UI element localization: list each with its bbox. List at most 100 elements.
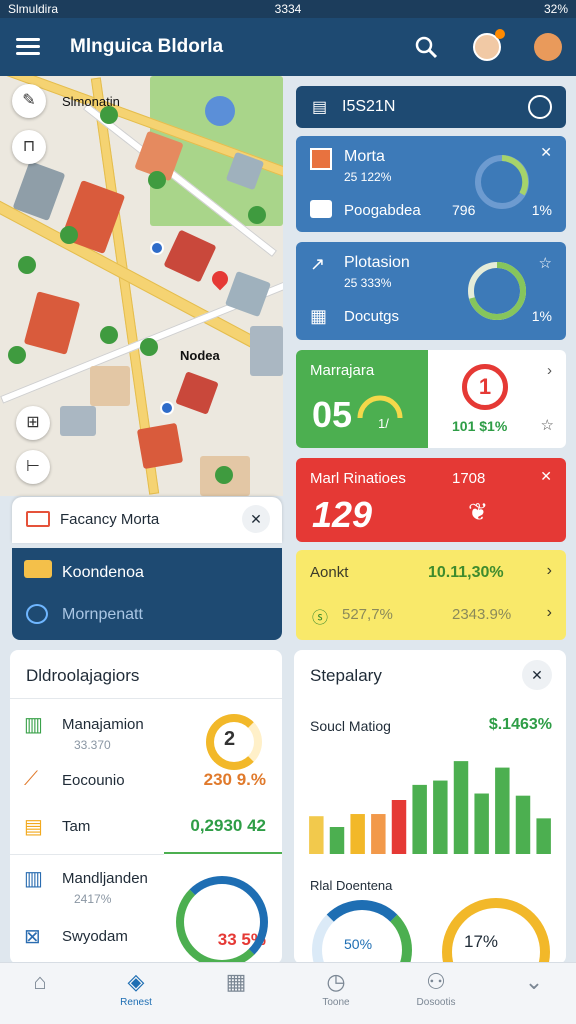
box-icon: ⊠: [24, 926, 41, 948]
nav-item-1[interactable]: Koondenoa: [62, 564, 144, 582]
tile-marrajara-title: Marrajara: [310, 362, 375, 379]
zoom-out-button[interactable]: ⊢: [16, 450, 50, 484]
alert-badge: 1: [462, 364, 508, 410]
section-title: Rlal Doentena: [310, 878, 393, 893]
clipboard-icon: ▤: [312, 99, 328, 116]
profile-avatar[interactable]: [534, 33, 562, 61]
chart-subvalue: $.1463%: [488, 716, 552, 733]
bar-2: [329, 827, 345, 854]
gauge-label: 2: [224, 728, 236, 750]
donut-1-value: 50%: [344, 936, 373, 952]
status-bar: Slmuldira 3334 32%: [0, 0, 576, 18]
donut-2-value: 17%: [464, 932, 499, 951]
tile-aonkt-value: 10.11,30%: [428, 564, 504, 581]
sheet-title: Facancy Morta: [60, 511, 160, 528]
tile-header-label: I5S21N: [342, 98, 396, 115]
bar-12: [536, 818, 551, 854]
tile-header[interactable]: ▤ I5S21N: [296, 86, 566, 128]
map-marker-icon[interactable]: [208, 267, 232, 291]
close-icon[interactable]: ✕: [522, 660, 552, 690]
left-panel-title: Dldroolajagiors: [26, 666, 140, 685]
nav-renest[interactable]: ◈ Renest: [106, 969, 166, 1008]
navigation-card: Koondenoa Mornpenatt: [12, 548, 282, 640]
donut-ring: [176, 876, 268, 964]
tile-aonkt[interactable]: Aonkt 10.11,30% ⓢ 527,7% 2343.9% › ›: [296, 550, 566, 640]
layers-button[interactable]: ⊓: [12, 130, 46, 164]
map-pin-icon[interactable]: [150, 241, 164, 255]
list-item[interactable]: ⟋ Eocounio 230 9.%: [10, 768, 282, 802]
bar-7: [433, 780, 448, 854]
tile-marrajara-right: 101 $1%: [452, 418, 508, 434]
tile-marrajara-value: 05: [312, 394, 353, 435]
chevron-down-icon: ⌄: [524, 969, 544, 994]
tile-plotasion-title: Plotasion: [344, 254, 410, 271]
tile-morta-sub: 25 122%: [344, 170, 392, 184]
location-pin-icon[interactable]: [160, 401, 174, 415]
chart-icon: [310, 148, 332, 170]
app-title: Mlnguica Bldorla: [70, 36, 224, 57]
handshake-icon: ❦: [468, 499, 489, 526]
tile-morta-value: 796: [452, 202, 476, 218]
right-panel: Stepalary ✕ Soucl Matiog $.1463% Rlal Do…: [294, 650, 566, 964]
nav-toone[interactable]: ◷ Toone: [306, 969, 366, 1008]
chevron-right-icon[interactable]: ›: [547, 604, 552, 622]
ticket-icon: [26, 511, 50, 527]
status-time: 3334: [274, 2, 302, 16]
person-icon: ⚇: [426, 969, 446, 994]
tile-morta[interactable]: Morta 25 122% Poogabdea 796 ✕ 1%: [296, 136, 566, 232]
bar-5: [391, 800, 407, 854]
zoom-in-button[interactable]: ⊞: [16, 406, 50, 440]
graph-icon: ⟋: [24, 768, 38, 790]
bar-11: [515, 795, 531, 854]
search-icon[interactable]: [414, 35, 438, 59]
star-icon[interactable]: ☆: [539, 254, 552, 272]
chart-subtitle: Soucl Matiog: [310, 718, 391, 734]
nav-home[interactable]: ⌂: [10, 969, 70, 997]
bar-chart: [309, 761, 551, 854]
star-icon[interactable]: ☆: [541, 416, 554, 434]
close-icon[interactable]: ✕: [242, 505, 270, 533]
nav-item-2[interactable]: Mornpenatt: [62, 606, 143, 624]
right-panel-title: Stepalary: [310, 666, 382, 685]
calendar-icon: ▦: [225, 969, 247, 994]
close-icon[interactable]: ✕: [540, 144, 552, 161]
notification-dot: [495, 29, 505, 39]
bar-1: [309, 816, 324, 854]
bar-4: [371, 814, 386, 854]
calendar-icon: ▦: [310, 306, 328, 326]
map-view[interactable]: Slmonatin Nodea ✎ ⊓ ⊞ ⊢: [0, 76, 283, 496]
chevron-right-icon[interactable]: ›: [547, 362, 552, 379]
nav-more[interactable]: ⌄: [504, 969, 564, 997]
chevron-right-icon[interactable]: ›: [547, 562, 552, 580]
tile-morta-title: Morta: [344, 148, 385, 165]
tile-rinatioes-title: Marl Rinatioes: [310, 470, 406, 487]
leaf-icon: ⓢ: [312, 610, 329, 627]
tile-aonkt-line2: 527,7%: [342, 606, 393, 623]
tile-marrajara[interactable]: Marrajara 05 1/ 1 101 $1% › ☆: [296, 350, 566, 448]
bar-8: [453, 761, 469, 854]
tile-rinatioes[interactable]: Marl Rinatioes 129 1708 ❦ ✕: [296, 458, 566, 542]
tile-aonkt-title: Aonkt: [310, 564, 349, 581]
bottom-sheet[interactable]: Facancy Morta ✕: [12, 497, 282, 543]
progress-ring: [475, 155, 529, 209]
map-marker-label: Nodea: [180, 348, 220, 363]
compass-button[interactable]: ✎: [12, 84, 46, 118]
menu-icon[interactable]: [16, 38, 40, 56]
tile-plotasion-sub: 25 333%: [344, 276, 392, 290]
bottom-nav: ⌂ ◈ Renest ▦ ◷ Toone ⚇ Dosootis ⌄: [0, 962, 576, 1024]
close-icon[interactable]: ✕: [540, 468, 552, 485]
tile-morta-line2: Poogabdea: [344, 202, 421, 219]
refresh-icon[interactable]: [528, 95, 552, 119]
tile-rinatioes-value: 129: [312, 494, 373, 535]
status-battery: 32%: [543, 2, 568, 16]
tile-plotasion-pct: 1%: [531, 308, 552, 324]
tile-plotasion[interactable]: ↗ Plotasion 25 333% ▦ Docutgs ☆ 1%: [296, 242, 566, 340]
tile-rinatioes-right: 1708: [452, 470, 486, 487]
tile-plotasion-line2: Docutgs: [344, 308, 400, 325]
list-item[interactable]: ▤ Tam 0,2930 42: [10, 814, 282, 850]
nav-calendar[interactable]: ▦: [206, 969, 266, 997]
wallet-icon: [310, 200, 332, 218]
bar-9: [474, 793, 489, 854]
nav-dosootis[interactable]: ⚇ Dosootis: [406, 969, 466, 1008]
progress-ring: [468, 262, 527, 320]
